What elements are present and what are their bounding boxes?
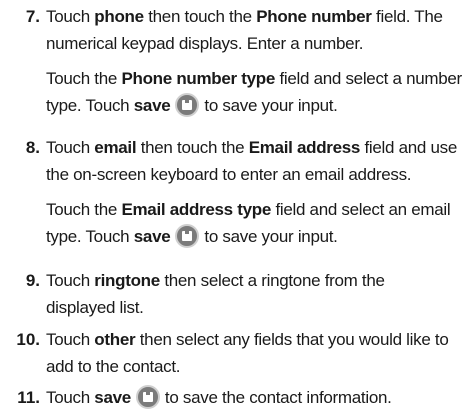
step-number: 11. [17, 388, 40, 407]
step-8: 8. Touch email then touch the Email addr… [0, 137, 474, 263]
step-line: type. Touch save to save your input. [46, 92, 338, 117]
step-line: the on-screen keyboard to enter an email… [46, 165, 412, 184]
step-number: 7. [25, 7, 40, 26]
step-line: displayed list. [46, 298, 144, 317]
step-line: Touch email then touch the Email address… [46, 138, 458, 157]
step-number: 9. [25, 271, 40, 290]
step-line: add to the contact. [46, 357, 181, 376]
instruction-page: 7. Touch phone then touch the Phone numb… [0, 0, 474, 409]
step-7: 7. Touch phone then touch the Phone numb… [0, 6, 474, 132]
step-line: type. Touch save to save your input. [46, 223, 338, 248]
step-11: 11. Touch save to save the contact inform… [0, 384, 474, 409]
save-icon [135, 384, 160, 409]
step-9: 9. Touch ringtone then select a ringtone… [0, 270, 474, 324]
step-10: 10. Touch other then select any fields t… [0, 329, 474, 383]
step-line: Touch other then select any fields that … [46, 330, 449, 349]
save-icon [175, 92, 200, 117]
step-number: 8. [25, 138, 40, 157]
save-icon [175, 223, 200, 248]
step-line: Touch the Email address type field and s… [46, 200, 451, 219]
step-number: 10. [16, 330, 40, 349]
step-line: Touch ringtone then select a ringtone fr… [46, 271, 385, 290]
step-line: Touch save to save the contact informatio… [46, 384, 392, 409]
step-line: Touch phone then touch the Phone number … [46, 7, 443, 26]
step-line: numerical keypad displays. Enter a numbe… [46, 34, 364, 53]
step-line: Touch the Phone number type field and se… [46, 69, 462, 88]
